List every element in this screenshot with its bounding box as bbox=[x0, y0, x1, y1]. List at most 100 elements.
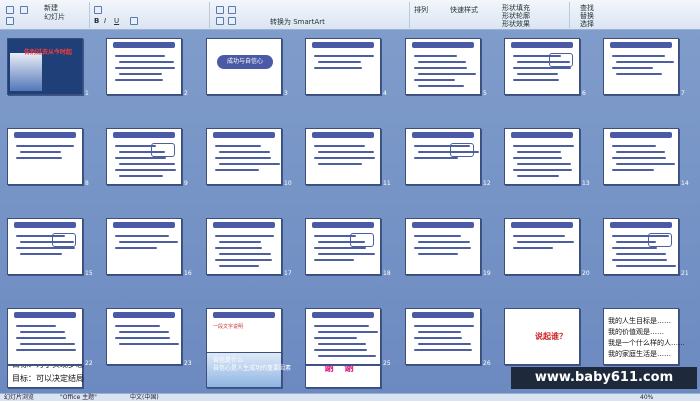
slide-text-line bbox=[418, 85, 464, 87]
slide-text-line bbox=[414, 157, 458, 159]
slide-thumbnail-4[interactable] bbox=[305, 38, 381, 95]
arrange-button[interactable]: 排列 bbox=[414, 6, 428, 15]
slide-text-line bbox=[314, 349, 367, 351]
slide-thumbnail-1[interactable]: 告别过去从今时起 bbox=[7, 38, 83, 95]
slide-thumbnail-33[interactable]: 自信是什么 自信心是人生成功的重要因素 bbox=[206, 352, 291, 388]
status-bar: 幻灯片浏览 "Office 主题" 中文(中国) 40% bbox=[0, 393, 700, 401]
slide-31-line: 目标：可以决定结局 bbox=[12, 374, 84, 383]
cut-icon[interactable] bbox=[20, 6, 28, 14]
slide-thumbnail-9[interactable] bbox=[106, 128, 182, 185]
slide-number: 20 bbox=[582, 270, 590, 277]
editing-group: 查找 替换 选择 bbox=[570, 2, 700, 28]
convert-smartart-button[interactable]: 转换为 SmartArt bbox=[270, 18, 325, 27]
slide-thumbnail-16[interactable] bbox=[106, 218, 182, 275]
slide-text-line bbox=[314, 259, 354, 261]
slide-thumbnail-21[interactable] bbox=[603, 218, 679, 275]
slide-text-line bbox=[20, 151, 61, 153]
font-color-icon[interactable] bbox=[130, 17, 138, 25]
slide-text-line bbox=[314, 145, 365, 147]
align-left-icon[interactable] bbox=[216, 17, 224, 25]
slide-text-line bbox=[616, 61, 674, 63]
slide-title-bar bbox=[511, 42, 573, 48]
slide-text-line bbox=[215, 145, 261, 147]
paste-icon[interactable] bbox=[6, 6, 14, 14]
new-slide-button[interactable]: 新建 幻灯片 bbox=[44, 4, 65, 22]
slide-text-line bbox=[414, 235, 461, 237]
slide-text-line bbox=[318, 61, 361, 63]
slide-thumbnail-17[interactable] bbox=[206, 218, 282, 275]
slide-text-line bbox=[418, 61, 466, 63]
slide-thumbnail-26[interactable] bbox=[405, 308, 481, 365]
slide-title-bar bbox=[312, 42, 374, 48]
slide-thumbnail-20[interactable] bbox=[504, 218, 580, 275]
slide-title-bar bbox=[213, 222, 275, 228]
slide-title-bar bbox=[113, 42, 175, 48]
slide-text-line bbox=[115, 79, 163, 81]
slide-title-bar bbox=[312, 132, 374, 138]
slide-thumbnail-6[interactable] bbox=[504, 38, 580, 95]
slide-thumbnail-30[interactable]: 说起谁？ bbox=[504, 308, 580, 365]
slide-text-line bbox=[115, 325, 160, 327]
slide-thumbnail-15[interactable] bbox=[7, 218, 83, 275]
slide-title-bar bbox=[412, 312, 474, 318]
slide-text-line bbox=[318, 163, 362, 165]
slide-thumbnail-23[interactable] bbox=[106, 308, 182, 365]
slide-text-line bbox=[513, 169, 572, 171]
slide-text-line bbox=[16, 157, 62, 159]
slide-title-bar bbox=[113, 222, 175, 228]
slide-thumbnail-19[interactable] bbox=[405, 218, 481, 275]
slide-title-bar bbox=[14, 312, 76, 318]
underline-button[interactable]: U bbox=[114, 17, 119, 26]
align-center-icon[interactable] bbox=[228, 17, 236, 25]
slide-text-line bbox=[16, 349, 76, 351]
slide-thumbnail-13[interactable] bbox=[504, 128, 580, 185]
slide-text-line bbox=[612, 145, 656, 147]
font-box[interactable] bbox=[94, 6, 102, 14]
slide-title-bar bbox=[412, 132, 474, 138]
slide-text-line bbox=[16, 325, 56, 327]
slide-text-line bbox=[16, 337, 66, 339]
font-group: B I U bbox=[90, 2, 210, 28]
slide-33-caption: 自信是什么 自信心是人生成功的重要因素 bbox=[213, 357, 292, 372]
numbering-icon[interactable] bbox=[228, 6, 236, 14]
slide-text-line bbox=[612, 67, 653, 69]
slide-text-line bbox=[115, 157, 166, 159]
ribbon: 新建 幻灯片 B I U 转换为 SmartArt 排列 快速样式 形状填充 形… bbox=[0, 0, 700, 30]
select-button[interactable]: 选择 bbox=[580, 20, 594, 29]
slide-text-line bbox=[517, 151, 561, 153]
slide-thumbnail-22[interactable] bbox=[7, 308, 83, 365]
slide-number: 9 bbox=[184, 180, 188, 187]
slide-number: 5 bbox=[483, 90, 487, 97]
slide-thumbnail-14[interactable] bbox=[603, 128, 679, 185]
slide-thumbnail-5[interactable] bbox=[405, 38, 481, 95]
bullets-icon[interactable] bbox=[216, 6, 224, 14]
slide-text-line bbox=[219, 241, 261, 243]
slide-text-line bbox=[16, 247, 75, 249]
shape-effect-button[interactable]: 形状效果 bbox=[502, 20, 530, 29]
slide-shape bbox=[450, 143, 474, 157]
slide-thumbnail-10[interactable] bbox=[206, 128, 282, 185]
slide-thumbnail-29[interactable]: 我的人生目标是…… 我的价值观是…… 我是一个什么样的人…… 我的家庭生活是…… bbox=[603, 308, 685, 365]
slide-thumbnail-7[interactable] bbox=[603, 38, 679, 95]
slide-text-line bbox=[414, 325, 474, 327]
slide-thumbnail-11[interactable] bbox=[305, 128, 381, 185]
slide-thumbnail-2[interactable] bbox=[106, 38, 182, 95]
slide-text-line bbox=[513, 235, 565, 237]
copy-icon[interactable] bbox=[6, 17, 14, 25]
slide-text-line bbox=[314, 157, 375, 159]
slide-text-line bbox=[616, 265, 676, 267]
slide-thumbnail-8[interactable] bbox=[7, 128, 83, 185]
bold-button[interactable]: B bbox=[94, 17, 99, 26]
slide-number: 11 bbox=[383, 180, 391, 187]
slide-thumbnail-12[interactable] bbox=[405, 128, 481, 185]
slide-thumbnail-18[interactable] bbox=[305, 218, 381, 275]
slide-shape bbox=[52, 233, 76, 247]
slide-title-bar bbox=[511, 222, 573, 228]
slide-thumbnail-25[interactable] bbox=[305, 308, 381, 365]
paragraph-group: 转换为 SmartArt bbox=[210, 2, 410, 28]
slide-text-line bbox=[414, 349, 472, 351]
quick-style-button[interactable]: 快速样式 bbox=[450, 6, 478, 15]
italic-button[interactable]: I bbox=[104, 17, 106, 26]
slide-3-title: 成功与自信心 bbox=[217, 55, 273, 69]
slide-thumbnail-3[interactable]: 成功与自信心 bbox=[206, 38, 282, 95]
